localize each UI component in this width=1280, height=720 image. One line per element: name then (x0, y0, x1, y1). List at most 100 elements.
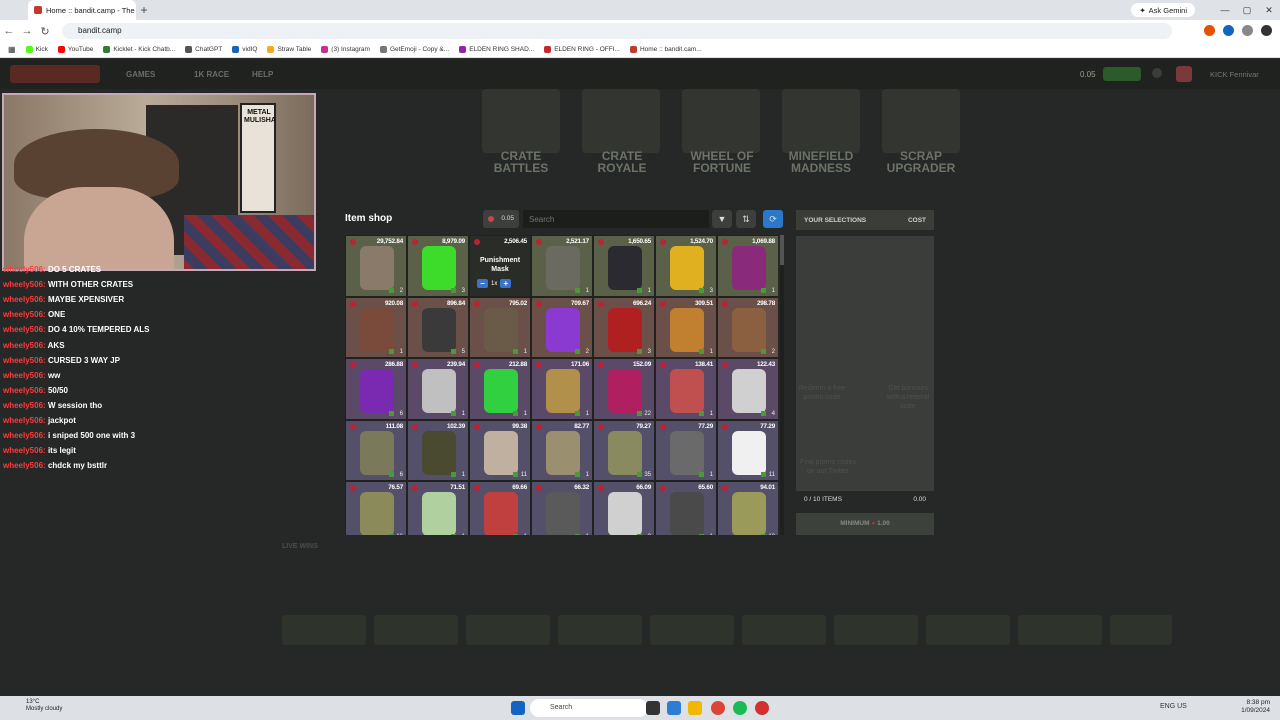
stock-icon (637, 349, 642, 354)
shop-item[interactable]: 1,069.88 1 (717, 235, 778, 297)
bookmark-item[interactable]: vidIQ (232, 46, 257, 53)
weather-widget[interactable]: 13°C Mostly cloudy (26, 699, 62, 713)
taskbar-search[interactable]: Search (530, 699, 648, 717)
shop-item[interactable]: 696.24 3 (593, 296, 655, 358)
taskbar-clock[interactable]: 8:38 pm 1/09/2024 (1241, 699, 1270, 715)
shop-item[interactable]: 99.38 11 (469, 419, 531, 481)
shop-item[interactable]: 102.39 1 (407, 419, 469, 481)
bookmark-item[interactable]: ELDEN RING - OFFI... (544, 46, 620, 53)
file-explorer-icon[interactable] (688, 701, 702, 715)
game-crate-battles[interactable]: CRATE BATTLES (476, 150, 566, 174)
close-window-icon[interactable]: ✕ (1258, 0, 1280, 20)
shop-balance-filter[interactable]: 0.05 (483, 210, 519, 228)
promo-redeem[interactable]: Redeem a free promo code (796, 384, 848, 402)
shop-item[interactable]: 29,752.84 2 (345, 235, 407, 297)
new-tab-button[interactable]: + (136, 3, 152, 17)
shop-item[interactable]: 82.77 1 (531, 419, 593, 481)
start-icon[interactable] (511, 701, 525, 715)
shop-item[interactable]: 1,524.70 3 (655, 235, 717, 297)
forward-icon[interactable]: → (18, 25, 36, 37)
promo-twitter[interactable]: Find promo codes on our Twitter (796, 458, 860, 476)
chrome-icon[interactable] (711, 701, 725, 715)
extensions-puzzle-icon[interactable] (1242, 25, 1253, 36)
bookmark-item[interactable]: (3) Instagram (321, 46, 370, 53)
nav-games[interactable]: GAMES (126, 70, 155, 79)
shop-item[interactable]: 94.01 10 (717, 481, 778, 535)
minimize-icon[interactable]: — (1214, 0, 1236, 20)
apps-icon[interactable]: ▦ (8, 45, 16, 54)
shop-search-input[interactable] (523, 210, 709, 228)
shop-item[interactable]: 2,521.17 1 (531, 235, 593, 297)
shop-item[interactable]: 76.57 16 (345, 481, 407, 535)
shop-item[interactable]: 8,979.09 3 (407, 235, 469, 297)
shop-item[interactable]: 171.06 1 (531, 358, 593, 420)
game-crate-royale[interactable]: CRATE ROYALE (577, 150, 667, 174)
decrease-button[interactable]: − (477, 279, 488, 288)
extension-icon[interactable] (1204, 25, 1215, 36)
game-wheel-of-fortune[interactable]: WHEEL OF FORTUNE (677, 150, 767, 174)
bookmark-item[interactable]: GetEmoji - Copy &... (379, 46, 449, 53)
shop-item[interactable]: 795.02 1 (469, 296, 531, 358)
shop-item[interactable]: 1,650.65 1 (593, 235, 655, 297)
shop-item[interactable]: 71.51 1 (407, 481, 469, 535)
shop-item[interactable]: 65.60 1 (655, 481, 717, 535)
shop-item[interactable]: 77.29 1 (655, 419, 717, 481)
shop-item[interactable]: 66.09 3 (593, 481, 655, 535)
back-icon[interactable]: ← (0, 25, 18, 37)
nav-help[interactable]: HELP (252, 70, 273, 79)
promo-referral[interactable]: Get bonuses with a referral code (882, 384, 934, 411)
url-field[interactable]: bandit.camp (62, 23, 1172, 39)
bookmark-item[interactable]: Kick (25, 46, 48, 53)
spotify-icon[interactable] (733, 701, 747, 715)
shop-item[interactable]: 239.94 1 (407, 358, 469, 420)
username[interactable]: KICK Fennivar (1210, 70, 1259, 79)
shop-item[interactable]: 309.51 1 (655, 296, 717, 358)
item-grid-scrollbar[interactable] (780, 235, 784, 535)
shop-item[interactable]: 77.29 11 (717, 419, 778, 481)
shop-item[interactable]: 298.78 2 (717, 296, 778, 358)
shop-item[interactable]: 138.41 1 (655, 358, 717, 420)
filter-icon[interactable]: ▼ (712, 210, 732, 228)
task-view-icon[interactable] (646, 701, 660, 715)
shop-item[interactable]: 896.84 5 (407, 296, 469, 358)
bookmark-item[interactable]: YouTube (57, 46, 93, 53)
shop-item[interactable]: 122.43 4 (717, 358, 778, 420)
bookmark-item[interactable]: Straw Table (267, 46, 311, 53)
sort-icon[interactable]: ⇅ (736, 210, 756, 228)
refresh-icon[interactable]: ⟳ (763, 210, 783, 228)
deposit-button[interactable] (1103, 67, 1141, 81)
copilot-icon[interactable] (667, 701, 681, 715)
shop-item[interactable]: 2,506.45 Punishment Mask −1x + (469, 235, 531, 297)
shop-item[interactable]: 111.08 6 (345, 419, 407, 481)
nav-race[interactable]: 1K RACE (194, 70, 229, 79)
shop-item[interactable]: 152.09 22 (593, 358, 655, 420)
bookmark-item[interactable]: ChatGPT (185, 46, 222, 53)
bookmark-item[interactable]: Home :: bandit.cam... (629, 46, 702, 53)
shop-item[interactable]: 920.08 1 (345, 296, 407, 358)
minimum-button[interactable]: MINIMUM ● 1.00 (796, 513, 934, 535)
tray-lang[interactable]: ENG US (1160, 703, 1187, 710)
profile-avatar-icon[interactable] (1261, 25, 1272, 36)
reload-icon[interactable]: ↻ (36, 25, 54, 38)
shop-item[interactable]: 212.88 1 (469, 358, 531, 420)
obs-icon[interactable] (755, 701, 769, 715)
stock-icon (637, 410, 642, 416)
shop-item[interactable]: 286.88 6 (345, 358, 407, 420)
game-minefield-madness[interactable]: MINEFIELD MADNESS (776, 150, 866, 174)
avatar[interactable] (1176, 66, 1192, 82)
scrollbar-thumb[interactable] (780, 235, 784, 265)
notification-bell-icon[interactable] (1152, 68, 1162, 78)
ask-gemini-button[interactable]: ✦ Ask Gemini (1131, 3, 1195, 17)
bookmark-item[interactable]: Kicklet - Kick Chatb... (103, 46, 175, 53)
shop-item[interactable]: 709.67 2 (531, 296, 593, 358)
site-logo[interactable] (10, 65, 100, 83)
shop-item[interactable]: 79.27 35 (593, 419, 655, 481)
game-scrap-upgrader[interactable]: SCRAP UPGRADER (876, 150, 966, 174)
shop-item[interactable]: 69.66 1 (469, 481, 531, 535)
bookmark-item[interactable]: ELDEN RING SHAD... (459, 46, 534, 53)
shop-item[interactable]: 66.32 1 (531, 481, 593, 535)
increase-button[interactable]: + (500, 279, 512, 288)
browser-tab[interactable]: Home :: bandit.camp - The trus ✕ (28, 0, 136, 20)
maximize-icon[interactable]: ▢ (1236, 0, 1258, 20)
extension-icon[interactable] (1223, 25, 1234, 36)
